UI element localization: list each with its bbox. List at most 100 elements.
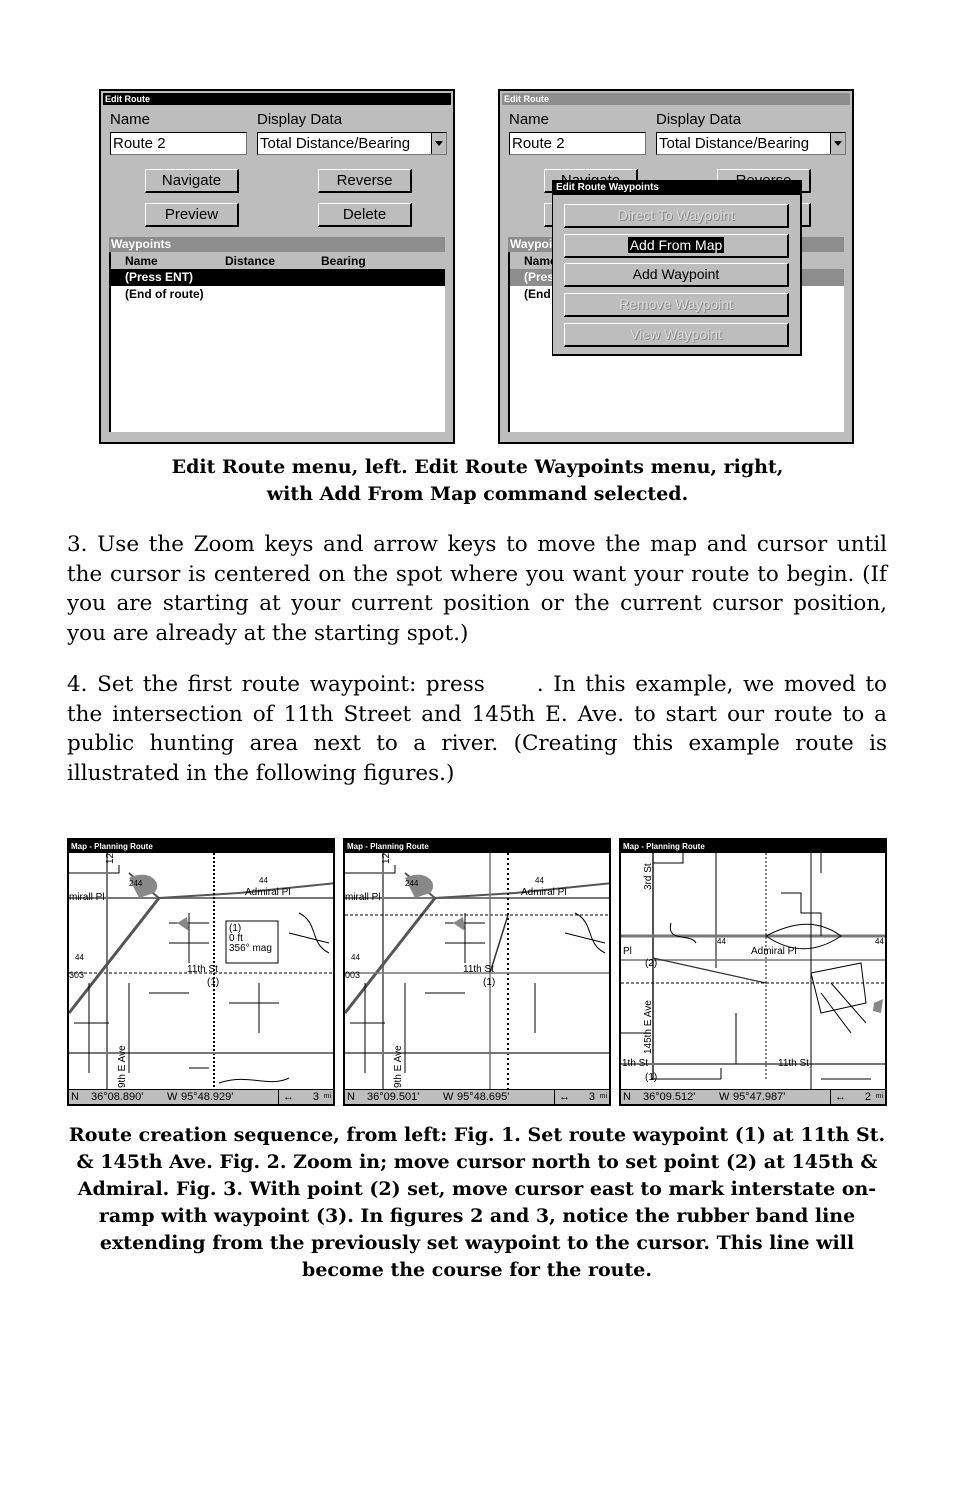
west-label: W [167,1091,178,1103]
display-data-select[interactable]: Total Distance/Bearing [257,132,447,155]
preview-button[interactable]: Preview [145,203,239,227]
scale-arrow-icon: ↔ [559,1091,570,1103]
map-canvas[interactable]: 44 44 [621,853,887,1093]
latitude: 36°08.890' [91,1091,144,1103]
figure-caption-top: Edit Route menu, left. Edit Route Waypoi… [60,454,895,508]
latitude: 36°09.512' [643,1091,696,1103]
hwy-244-label: 244 [129,879,143,888]
display-data-label: Display Data [257,111,343,128]
map-figure-3: Map - Planning Route 44 44 Pl Admiral Pl… [619,838,887,1106]
zoom-scale: ↔ 3 mi [278,1090,333,1104]
name-label: Name [509,111,550,128]
info-bearing: 356° mag [229,943,272,954]
street-label-11th: 11th St [187,964,218,975]
caption-line: with Add From Map command selected. [266,483,689,505]
route-name-input[interactable]: Route 2 [509,132,646,155]
road-label-ave: 9th E Ave [117,1045,128,1088]
road-label-3rd: 3rd St [643,863,654,890]
name-label: Name [110,111,151,128]
north-label: N [623,1091,631,1103]
waypoint-1-label: (1) [645,1072,658,1083]
north-label: N [347,1091,355,1103]
scale-arrow-icon: ↔ [283,1091,294,1103]
step-4-paragraph: 4. Set the first route waypoint: press. … [67,670,887,789]
menu-item-label: Remove Waypoint [619,296,733,312]
road-label: mirall Pl [69,892,105,903]
waypoints-columns: Name Distance Bearing [111,252,445,269]
waypoint-1-label: (1) [207,977,220,988]
west-label: W [719,1091,730,1103]
map-status-bar: N 36°09.501' W 95°48.695' ↔ 3 mi [345,1089,609,1104]
map-status-bar: N 36°09.512' W 95°47.987' ↔ 2 mi [621,1089,885,1104]
road-label: mirall Pl [345,892,381,903]
road-label: Pl [623,946,632,957]
scale-unit: mi [875,1093,883,1100]
street-label-11th: 11th St [778,1058,809,1069]
popup-title: Edit Route Waypoints [553,181,800,195]
navigate-button[interactable]: Navigate [145,169,239,193]
road-label-admiral: Admiral Pl [521,887,567,898]
latitude: 36°09.501' [367,1091,420,1103]
figure-caption-bottom: Route creation sequence, from left: Fig.… [68,1124,886,1281]
waypoints-header: Waypoints [109,237,445,252]
longitude: 95°47.987' [733,1091,786,1103]
edge-label: 003 [345,970,361,980]
menu-item-label: Add Waypoint [632,266,720,282]
map-figure-2: Map - Planning Route 244 44 44 mirall Pl… [343,838,611,1106]
hwy-244-label: 244 [405,879,419,888]
display-data-select[interactable]: Total Distance/Bearing [656,132,846,155]
waypoint-row[interactable]: (End of route) [111,286,445,303]
chevron-down-icon[interactable] [431,133,446,154]
display-data-value: Total Distance/Bearing [659,135,810,152]
waypoint-row-selected[interactable]: (Press ENT) [111,269,445,286]
edit-route-screen-left: Edit Route Name Display Data Route 2 Tot… [99,89,455,444]
step-4-text: 4. Set the first route waypoint: press [67,672,485,697]
scale-value: 2 [864,1091,871,1103]
display-data-value: Total Distance/Bearing [260,135,411,152]
edge-label: 303 [69,970,85,980]
map-title: Map - Planning Route [69,840,333,853]
scale-value: 3 [312,1091,319,1103]
chevron-down-icon[interactable] [830,133,845,154]
map-title: Map - Planning Route [621,840,885,853]
hwy-44-label: 44 [351,953,360,962]
add-waypoint-button[interactable]: Add Waypoint [564,263,789,287]
hwy-44-label: 44 [535,876,544,885]
reverse-button[interactable]: Reverse [318,169,412,193]
delete-button[interactable]: Delete [318,203,412,227]
road-label-145th: 145th E Ave [643,1000,654,1054]
direct-to-waypoint-button[interactable]: Direct To Waypoint [564,204,789,228]
route-name-input[interactable]: Route 2 [110,132,247,155]
road-label-admiral: Admiral Pl [751,946,797,957]
view-waypoint-button[interactable]: View Waypoint [564,323,789,347]
display-data-label: Display Data [656,111,742,128]
hwy-44-label: 44 [717,937,726,946]
column-distance: Distance [225,254,276,268]
west-label: W [443,1091,454,1103]
window-title: Edit Route [103,93,451,105]
menu-item-label: Add From Map [627,237,725,253]
waypoints-list: Name Distance Bearing (Press ENT) (End o… [109,252,445,432]
remove-waypoint-button[interactable]: Remove Waypoint [564,293,789,317]
scale-unit: mi [599,1093,607,1100]
road-label-admiral: Admiral Pl [245,887,291,898]
street-label-11th: 11th St [463,964,494,975]
edit-route-screen-right: Edit Route Name Display Data Route 2 Tot… [498,89,854,444]
column-bearing: Bearing [321,254,366,268]
hwy-44-label: 44 [75,953,84,962]
scale-unit: mi [323,1093,331,1100]
cursor-info-box: (1) 0 ft 356° mag [229,924,272,954]
longitude: 95°48.929' [181,1091,234,1103]
waypoint-2-label: (2) [645,958,658,969]
window-title: Edit Route [502,93,850,105]
scale-arrow-icon: ↔ [835,1091,846,1103]
map-figure-1: Map - Planning Route 244 44 44 mirall Pl… [67,838,335,1106]
longitude: 95°48.695' [457,1091,510,1103]
add-from-map-button[interactable]: Add From Map [564,234,789,258]
street-label-11th-left: 1th St [622,1058,649,1069]
hwy-44-label: 44 [875,937,884,946]
hwy-44-label: 44 [259,876,268,885]
caption-line: Edit Route menu, left. Edit Route Waypoi… [171,456,784,478]
zoom-scale: ↔ 3 mi [554,1090,609,1104]
road-label-ave: 9th E Ave [393,1045,404,1088]
